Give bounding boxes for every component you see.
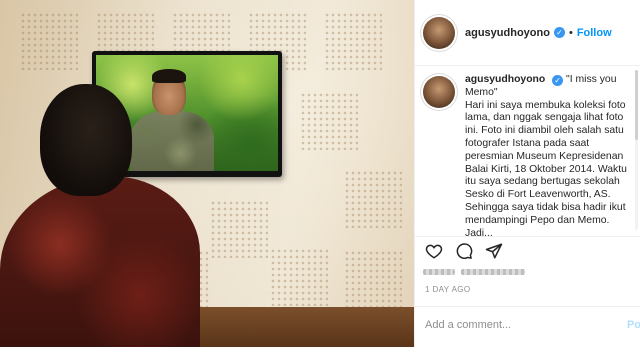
caption-area: agusyudhoyono ✓ "I miss you Memo" Hari i… [415, 66, 640, 236]
separator-dot: • [568, 26, 573, 39]
acoustic-panel [270, 248, 328, 306]
scrollbar-thumb[interactable] [635, 70, 638, 140]
action-bar [415, 236, 640, 264]
acoustic-panel [300, 92, 358, 150]
comment-box: Po [415, 306, 640, 342]
verified-badge-icon: ✓ [553, 27, 565, 38]
caption-text: agusyudhoyono ✓ "I miss you Memo" Hari i… [465, 74, 633, 236]
speech-bubble-icon[interactable] [455, 242, 473, 260]
likes-redacted [461, 269, 525, 275]
acoustic-panel [344, 250, 402, 308]
acoustic-panel [344, 170, 402, 228]
acoustic-panel [210, 200, 268, 258]
avatar[interactable] [423, 76, 455, 108]
viewer-silhouette [0, 84, 200, 347]
post-photo [0, 0, 414, 347]
likes-row [423, 268, 573, 276]
post-comment-button[interactable]: Po [627, 319, 640, 331]
viewer-head [40, 84, 132, 196]
caption-username[interactable]: agusyudhoyono [465, 74, 545, 85]
heart-icon[interactable] [425, 242, 443, 260]
comment-input[interactable] [425, 318, 615, 331]
viewer-torso [0, 176, 200, 347]
bottom-margin [0, 347, 640, 360]
post-header: agusyudhoyono ✓ • Follow [415, 0, 640, 66]
follow-button[interactable]: Follow [577, 27, 612, 39]
verified-badge-icon: ✓ [552, 75, 564, 86]
paper-plane-icon[interactable] [485, 242, 503, 260]
caption-body: Hari ini saya membuka koleksi foto lama,… [465, 99, 627, 236]
post-timestamp[interactable]: 1 DAY AGO [425, 285, 471, 294]
acoustic-panel [20, 12, 78, 70]
acoustic-panel [324, 12, 382, 70]
post-sidebar: agusyudhoyono ✓ • Follow agusyudhoyono ✓… [414, 0, 640, 360]
soldier-hair [152, 69, 186, 83]
header-username[interactable]: agusyudhoyono [465, 27, 550, 39]
caption-scrollbar[interactable] [635, 70, 638, 230]
likes-redacted [423, 269, 455, 275]
avatar[interactable] [423, 16, 455, 49]
